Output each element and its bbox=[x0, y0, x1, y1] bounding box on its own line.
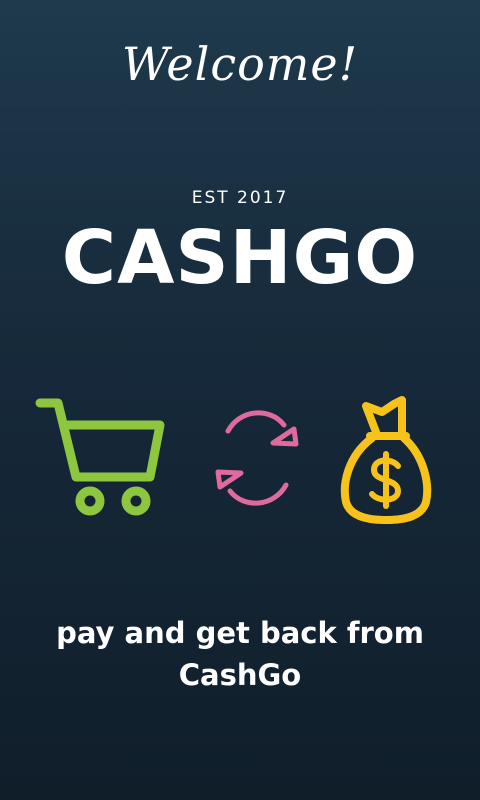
welcome-screen: Welcome! EST 2017 CASHGO pay and get bac… bbox=[0, 0, 480, 800]
money-bag-icon bbox=[340, 396, 432, 524]
established-label: EST 2017 bbox=[191, 188, 289, 208]
refresh-icon bbox=[215, 410, 299, 506]
brand-title: CASHGO bbox=[61, 215, 419, 301]
tagline: pay and get back from CashGo bbox=[56, 616, 424, 692]
shopping-cart-icon bbox=[35, 398, 165, 516]
welcome-heading: Welcome! bbox=[121, 37, 359, 91]
